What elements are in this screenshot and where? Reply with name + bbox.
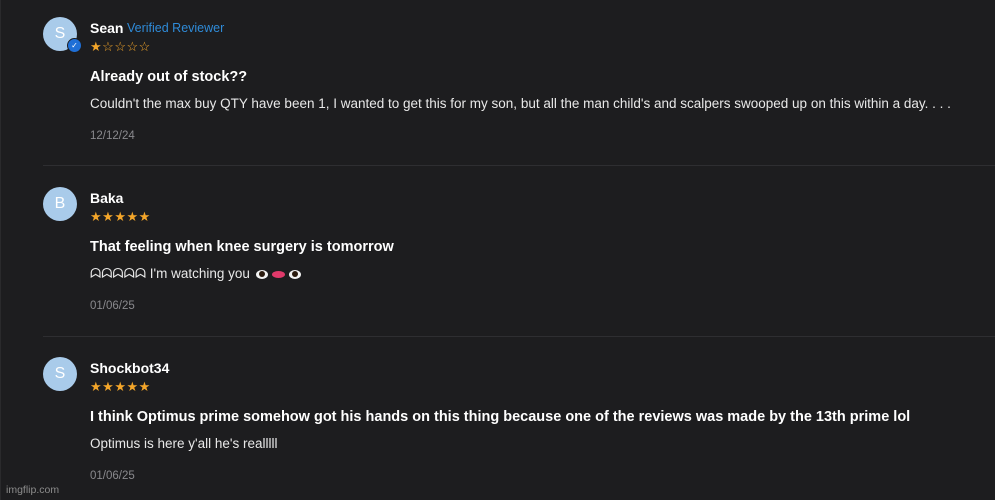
reviewer-name: Sean — [90, 20, 124, 36]
review-item: S Shockbot34 ★★★★★ I think Optimus prime… — [1, 340, 995, 500]
avatar: B — [43, 187, 77, 221]
star-rating: ★★★★★ — [90, 209, 151, 225]
review-body: Optimus is here y'all he's realllll — [90, 436, 278, 451]
star-rating: ★☆☆☆☆ — [90, 39, 151, 55]
divider — [43, 165, 995, 166]
eye-emoji-icon — [255, 269, 268, 279]
star-filled-icon: ★ — [126, 209, 139, 224]
star-filled-icon: ★ — [102, 209, 115, 224]
review-title: That feeling when knee surgery is tomorr… — [90, 239, 394, 255]
reviews-panel: S ✓ Sean Verified Reviewer ★☆☆☆☆ Already… — [0, 0, 995, 500]
avatar-letter: B — [54, 195, 66, 212]
star-filled-icon: ★ — [114, 209, 127, 224]
review-title: Already out of stock?? — [90, 69, 248, 85]
eye-emoji-icon — [288, 269, 301, 279]
star-rating: ★★★★★ — [90, 379, 151, 395]
review-body: ᗣᗣᗣᗣᗣ I'm watching you — [90, 266, 303, 282]
reviewer-name: Shockbot34 — [90, 360, 170, 376]
star-empty-icon: ☆ — [138, 39, 151, 54]
star-filled-icon: ★ — [138, 379, 151, 394]
star-empty-icon: ☆ — [126, 39, 139, 54]
review-date: 12/12/24 — [90, 130, 135, 142]
star-filled-icon: ★ — [114, 379, 127, 394]
star-empty-icon: ☆ — [102, 39, 115, 54]
lips-emoji-icon — [271, 270, 285, 278]
review-item: B Baka ★★★★★ That feeling when knee surg… — [1, 170, 995, 340]
star-filled-icon: ★ — [138, 209, 151, 224]
review-date: 01/06/25 — [90, 470, 135, 482]
verified-check-icon: ✓ — [67, 38, 82, 53]
star-filled-icon: ★ — [90, 209, 103, 224]
review-body-text: ᗣᗣᗣᗣᗣ I'm watching you — [90, 266, 250, 281]
avatar-letter: S — [54, 365, 66, 382]
divider — [43, 336, 995, 337]
watermark: imgflip.com — [6, 484, 60, 496]
review-item: S ✓ Sean Verified Reviewer ★☆☆☆☆ Already… — [1, 0, 995, 170]
star-filled-icon: ★ — [90, 39, 103, 54]
avatar-letter: S — [54, 25, 66, 42]
review-body: Couldn't the max buy QTY have been 1, I … — [90, 96, 951, 111]
reviewer-name: Baka — [90, 190, 124, 206]
avatar: S — [43, 357, 77, 391]
star-filled-icon: ★ — [126, 379, 139, 394]
star-empty-icon: ☆ — [114, 39, 127, 54]
verified-reviewer-label: Verified Reviewer — [127, 21, 225, 35]
star-filled-icon: ★ — [90, 379, 103, 394]
review-title: I think Optimus prime somehow got his ha… — [90, 409, 911, 425]
review-date: 01/06/25 — [90, 300, 135, 312]
star-filled-icon: ★ — [102, 379, 115, 394]
